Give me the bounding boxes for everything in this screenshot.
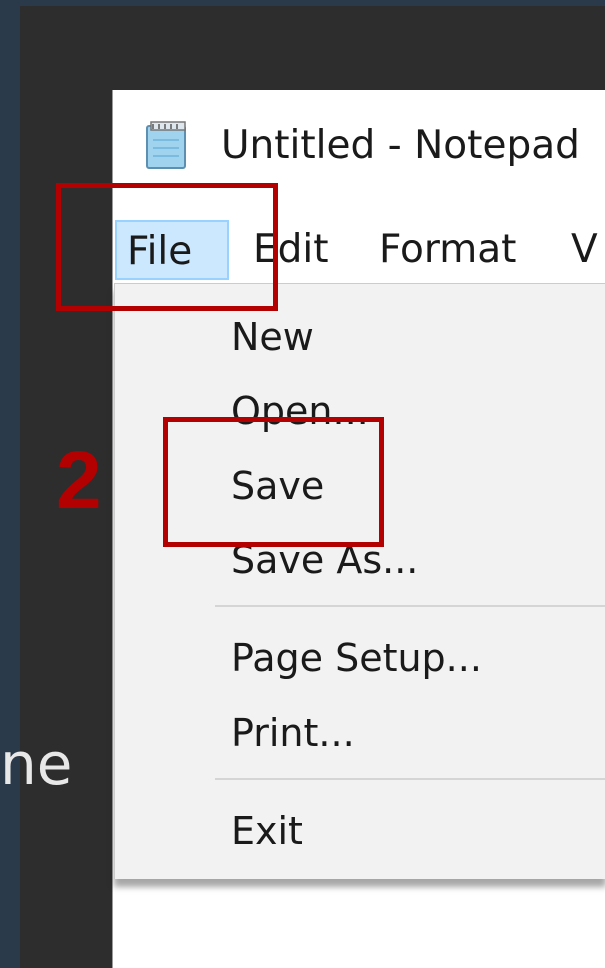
notepad-icon [146, 121, 186, 169]
menu-separator [215, 778, 605, 780]
menu-item-new[interactable]: New [231, 318, 314, 356]
window-title: Untitled - Notepad [221, 123, 580, 168]
background-text: ne [0, 730, 73, 798]
menu-separator [215, 605, 605, 607]
menu-view[interactable]: V [571, 220, 598, 280]
menu-format[interactable]: Format [379, 220, 516, 280]
annotation-step-number: 2 [56, 435, 102, 526]
menu-item-exit[interactable]: Exit [231, 812, 303, 850]
annotation-box-file [56, 183, 278, 311]
annotation-box-save [163, 417, 384, 547]
menu-item-print[interactable]: Print... [231, 714, 355, 752]
menu-item-page-setup[interactable]: Page Setup... [231, 639, 482, 677]
file-menu-dropdown: New Open... Save Save As... Page Setup..… [114, 283, 605, 879]
